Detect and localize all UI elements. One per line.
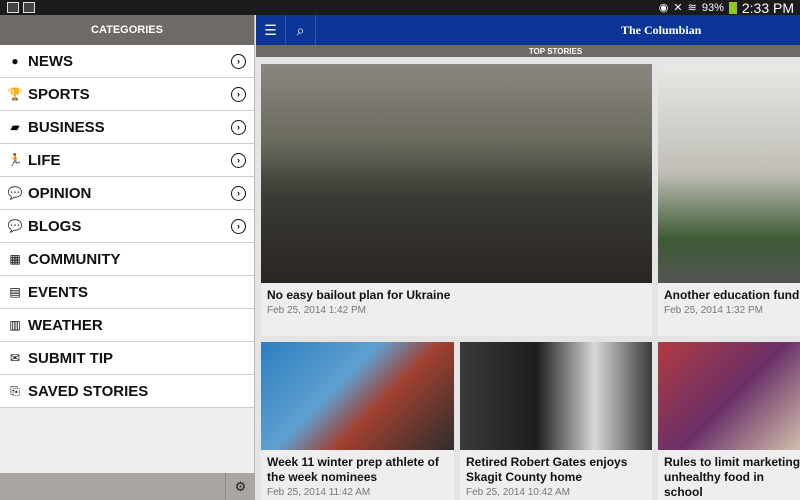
status-bar: ◉ ✕ ≋ 93% 2:33 PM: [0, 0, 800, 16]
sidebar-item-label: LIFE: [28, 151, 61, 169]
story-image: [460, 342, 652, 450]
sidebar-item-label: SAVED STORIES: [28, 382, 149, 400]
category-icon: ▦: [9, 252, 21, 266]
category-icon: 🏆: [7, 87, 23, 101]
category-icon: 🏃: [7, 153, 23, 167]
sidebar-item-label: COMMUNITY: [28, 250, 121, 268]
section-title: TOP STORIES: [256, 45, 800, 57]
sidebar-item-label: OPINION: [28, 184, 92, 202]
category-icon: ⎘: [10, 383, 20, 398]
hamburger-icon: ☰: [264, 21, 277, 38]
story-card[interactable]: Week 11 winter prep athlete of the week …: [261, 342, 454, 500]
story-card[interactable]: Another education funding Feb 25, 2014 1:…: [658, 64, 800, 336]
category-icon: ✉: [9, 351, 21, 365]
chevron-right-icon[interactable]: ›: [231, 152, 246, 168]
story-title: Week 11 winter prep athlete of the week …: [267, 455, 439, 484]
category-icon: 💬: [7, 219, 23, 233]
drawer-footer: ⚙: [0, 473, 255, 500]
sidebar-item-business[interactable]: ▰ BUSINESS ›: [0, 111, 254, 144]
chevron-right-icon[interactable]: ›: [231, 218, 246, 234]
category-icon: ▰: [10, 120, 20, 134]
story-card[interactable]: No easy bailout plan for Ukraine Feb 25, …: [261, 64, 652, 336]
sidebar-item-news[interactable]: ● NEWS ›: [0, 45, 254, 78]
logo: The Columbian: [621, 23, 702, 37]
sidebar-item-label: WEATHER: [28, 316, 103, 334]
drawer-title: CATEGORIES: [0, 15, 254, 45]
category-icon: ●: [11, 54, 19, 68]
sidebar-item-label: BLOGS: [28, 217, 82, 235]
wifi-icon: ≋: [687, 2, 697, 14]
category-icon: ▥: [9, 318, 21, 332]
sidebar-item-events[interactable]: ▤ EVENTS: [0, 276, 254, 309]
story-date: Feb 25, 2014 10:42 AM: [466, 487, 570, 498]
chevron-right-icon[interactable]: ›: [231, 53, 246, 69]
sidebar-item-saved-stories[interactable]: ⎘ SAVED STORIES: [0, 375, 254, 408]
category-icon: 💬: [7, 186, 23, 200]
story-image: [658, 342, 800, 450]
story-title: Rules to limit marketing unhealthy food …: [664, 455, 800, 499]
categories-drawer: CATEGORIES ● NEWS › 🏆 SPORTS › ▰ BUSINESS › 🏃 LIFE…: [0, 15, 255, 500]
app-header: ☰ ⌕ The Columbian: [256, 15, 800, 45]
chevron-right-icon[interactable]: ›: [231, 119, 246, 135]
story-title: Retired Robert Gates enjoys Skagit Count…: [466, 455, 628, 484]
story-title: Another education funding: [664, 288, 800, 302]
sidebar-item-submit-tip[interactable]: ✉ SUBMIT TIP: [0, 342, 254, 375]
story-title: No easy bailout plan for Ukraine: [267, 288, 451, 302]
search-button[interactable]: ⌕: [286, 15, 316, 45]
story-date: Feb 25, 2014 11:42 AM: [267, 487, 371, 498]
story-date: Feb 25, 2014 1:32 PM: [664, 305, 763, 316]
sidebar-item-label: SPORTS: [28, 85, 90, 103]
play-store-notification-icon: [23, 2, 35, 13]
gallery-notification-icon: [7, 2, 19, 13]
story-image: [261, 64, 652, 283]
category-icon: ▤: [9, 285, 21, 299]
sidebar-item-label: NEWS: [28, 52, 73, 70]
battery-percent: 93%: [701, 1, 724, 14]
story-image: [261, 342, 454, 450]
sidebar-item-blogs[interactable]: 💬 BLOGS ›: [0, 210, 254, 243]
story-card[interactable]: Retired Robert Gates enjoys Skagit Count…: [460, 342, 652, 500]
sidebar-item-life[interactable]: 🏃 LIFE ›: [0, 144, 254, 177]
sidebar-item-sports[interactable]: 🏆 SPORTS ›: [0, 78, 254, 111]
battery-icon: [728, 1, 737, 14]
mute-icon: ✕: [673, 2, 683, 14]
sidebar-item-label: EVENTS: [28, 283, 89, 301]
chevron-right-icon[interactable]: ›: [231, 185, 246, 201]
sidebar-item-community[interactable]: ▦ COMMUNITY: [0, 243, 254, 276]
gear-icon: ⚙: [234, 478, 247, 494]
eye-icon: ◉: [658, 2, 669, 14]
menu-button[interactable]: ☰: [256, 15, 286, 45]
sidebar-item-opinion[interactable]: 💬 OPINION ›: [0, 177, 254, 210]
sidebar-item-weather[interactable]: ▥ WEATHER: [0, 309, 254, 342]
sidebar-item-label: BUSINESS: [28, 118, 105, 136]
settings-button[interactable]: ⚙: [225, 473, 255, 500]
story-image: [658, 64, 800, 283]
search-icon: ⌕: [296, 21, 305, 38]
chevron-right-icon[interactable]: ›: [231, 86, 246, 102]
clock: 2:33 PM: [741, 0, 794, 16]
story-date: Feb 25, 2014 1:42 PM: [267, 305, 366, 316]
sidebar-item-label: SUBMIT TIP: [28, 349, 113, 367]
story-card[interactable]: Rules to limit marketing unhealthy food …: [658, 342, 800, 500]
